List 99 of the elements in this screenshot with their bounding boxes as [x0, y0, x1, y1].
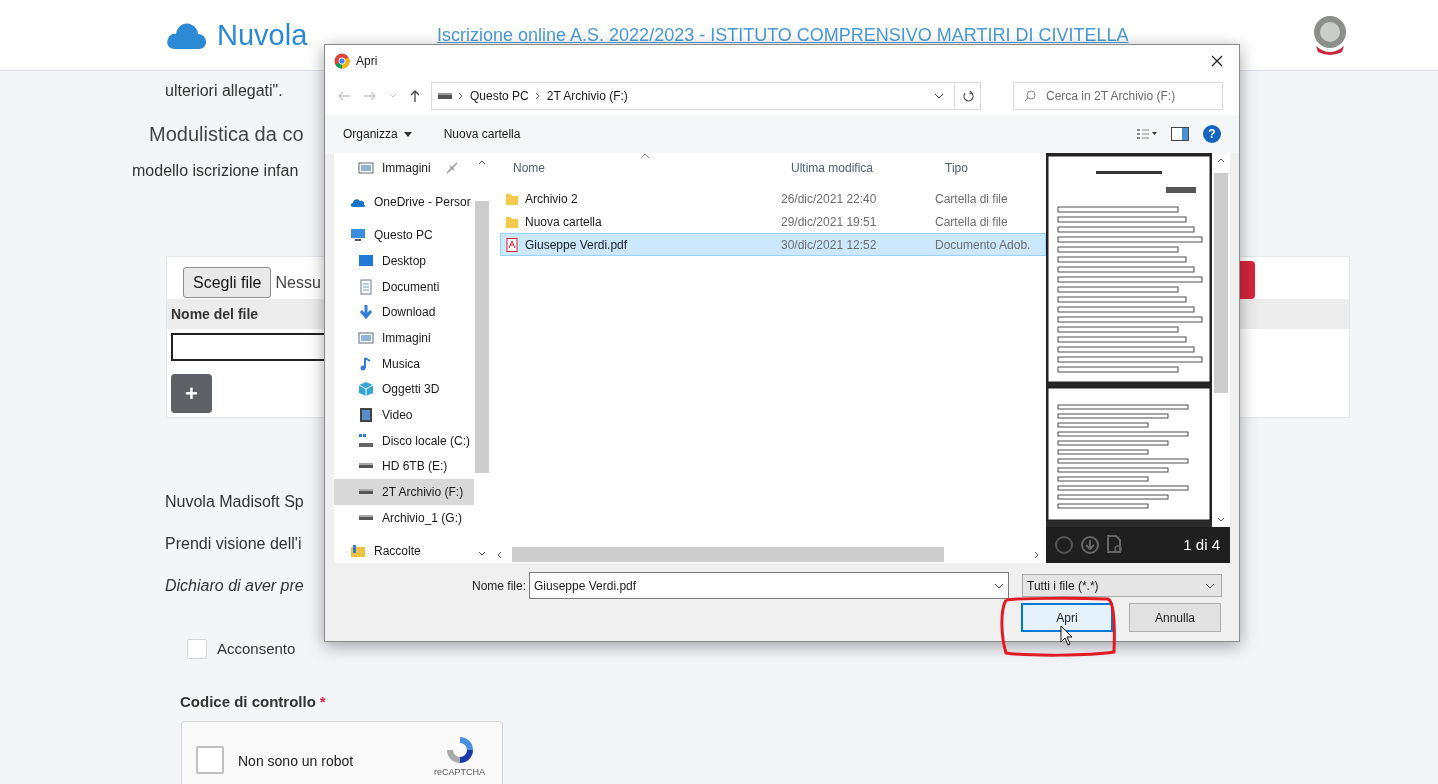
scroll-up-icon[interactable]	[1217, 157, 1225, 163]
search-placeholder: Cerca in 2T Archivio (F:)	[1046, 88, 1176, 105]
scroll-right-icon[interactable]	[1034, 550, 1040, 559]
address-bar[interactable]: Questo PC 2T Archivio (F:)	[431, 82, 981, 110]
choose-file-button[interactable]: Scegli file	[183, 267, 272, 298]
consent-checkbox[interactable]	[187, 639, 207, 660]
search-field[interactable]: Cerca in 2T Archivio (F:)	[1013, 82, 1223, 110]
body-text: Nuvola Madisoft Sp	[165, 492, 304, 510]
preview-pane-icon[interactable]	[1171, 127, 1189, 141]
drive-icon	[358, 463, 374, 470]
view-options-icon[interactable]	[1137, 128, 1157, 140]
help-button[interactable]: ?	[1203, 125, 1221, 143]
up-arrow-icon[interactable]	[409, 89, 421, 103]
nav-item[interactable]: Oggetti 3D	[334, 376, 474, 403]
cube-icon	[358, 381, 374, 398]
file-name-field[interactable]: Giuseppe Verdi.pdf	[529, 572, 1009, 599]
pictures-icon	[358, 159, 374, 176]
computer-icon	[350, 227, 366, 244]
nav-item[interactable]: Video	[334, 402, 474, 428]
scroll-up-icon[interactable]	[478, 159, 486, 165]
dropdown-chevron-icon[interactable]	[934, 93, 944, 99]
robot-checkbox[interactable]	[196, 746, 224, 774]
file-row[interactable]: Nuova cartella 29/dic/2021 19:51 Cartella di file	[500, 210, 1046, 233]
film-icon	[358, 407, 374, 424]
browser-icon	[334, 53, 350, 69]
body-text: Prendi visione dell'i	[165, 534, 302, 552]
close-icon	[1210, 54, 1224, 68]
download-icon[interactable]	[1080, 535, 1100, 555]
file-type-dropdown[interactable]: Tutti i file (*.*)	[1022, 574, 1222, 597]
body-text: ulteriori allegati".	[165, 81, 283, 99]
logo-text: Nuvola	[217, 20, 308, 50]
dropdown-chevron-icon	[994, 582, 1004, 589]
dialog-button[interactable]: Annulla	[1129, 603, 1221, 632]
column-header[interactable]: Tipo	[945, 159, 968, 177]
folder-icon	[505, 214, 519, 229]
nav-item[interactable]: OneDrive - Persor	[334, 188, 474, 215]
nav-item[interactable]: Immagini	[334, 155, 474, 181]
new-folder-button[interactable]: Nuova cartella	[433, 122, 531, 146]
chevron-right-icon	[534, 92, 541, 100]
scroll-left-icon[interactable]	[496, 550, 502, 559]
caret-down-icon	[403, 131, 412, 137]
scrollbar-thumb[interactable]	[512, 547, 944, 562]
page-counter: 1 di 4	[1183, 534, 1220, 555]
dropdown-chevron-icon	[1205, 582, 1215, 589]
library-icon	[350, 543, 366, 560]
scroll-down-icon[interactable]	[478, 551, 486, 557]
checkbox-label: Non sono un robot	[238, 752, 355, 771]
dialog-button[interactable]: Apri	[1021, 603, 1113, 632]
field-label: Nome file:	[470, 577, 526, 595]
mouse-cursor-icon	[1060, 625, 1074, 647]
scrollbar-thumb[interactable]	[1214, 173, 1228, 393]
nav-item[interactable]: Musica	[334, 350, 474, 377]
checkbox-label: Acconsento	[217, 639, 296, 659]
drive-icon	[438, 92, 452, 100]
field-label: Codice di controllo	[180, 691, 316, 712]
pin-icon	[446, 162, 458, 174]
breadcrumb-item[interactable]: 2T Archivio (F:)	[546, 87, 628, 105]
sort-caret-icon	[640, 153, 650, 159]
body-text: Dichiaro di aver pre	[165, 576, 304, 594]
column-header[interactable]: Ultima modifica	[791, 159, 945, 177]
column-header[interactable]: Nome	[513, 159, 791, 177]
document-icon	[358, 278, 374, 295]
section-heading: Modulistica da co	[149, 122, 304, 145]
file-row[interactable]: Giuseppe Verdi.pdf 30/dic/2021 12:52 Documento Adob.	[500, 233, 1046, 256]
desktop-icon	[358, 252, 374, 269]
required-mark: *	[319, 691, 326, 712]
nav-item[interactable]: Immagini	[334, 325, 474, 351]
dialog-title: Apri	[356, 53, 378, 70]
page-search-icon[interactable]	[1106, 535, 1124, 555]
drive-icon	[358, 514, 374, 521]
body-text: modello iscrizione infan	[132, 161, 299, 179]
nav-item[interactable]: HD 6TB (E:)	[334, 453, 474, 480]
nav-item[interactable]: Disco locale (C:)	[334, 427, 474, 454]
chevron-right-icon	[458, 92, 464, 100]
add-button[interactable]: +	[171, 374, 212, 413]
file-row[interactable]: Archivio 2 26/dic/2021 22:40 Cartella di file	[500, 187, 1046, 210]
nav-item[interactable]: Raccolte	[334, 538, 474, 565]
nav-item[interactable]: Questo PC	[334, 222, 474, 249]
scroll-down-icon[interactable]	[1217, 517, 1225, 523]
organize-menu-button[interactable]: Organizza	[333, 122, 422, 146]
recaptcha-brand-text: reCAPTCHA	[434, 766, 485, 779]
nav-item[interactable]: Download	[334, 299, 474, 326]
field-label: Nome del file	[171, 304, 259, 324]
folder-icon	[505, 191, 519, 206]
scrollbar-thumb[interactable]	[475, 201, 489, 473]
file-status-text: Nessu	[275, 272, 321, 293]
nav-item[interactable]: Archivio_1 (G:)	[334, 504, 474, 531]
search-icon	[1024, 90, 1036, 102]
pictures-icon	[358, 329, 374, 346]
drive-icon	[358, 489, 374, 496]
drive-icon	[358, 432, 374, 449]
scrollbar[interactable]	[1212, 153, 1230, 527]
pdf-icon	[505, 237, 519, 252]
nav-item[interactable]: Desktop	[334, 248, 474, 274]
download-icon	[358, 304, 374, 321]
nav-item[interactable]: 2T Archivio (F:)	[334, 479, 474, 505]
breadcrumb-item[interactable]: Questo PC	[470, 87, 529, 105]
refresh-icon	[961, 90, 974, 102]
nav-item[interactable]: Documenti	[334, 273, 474, 300]
